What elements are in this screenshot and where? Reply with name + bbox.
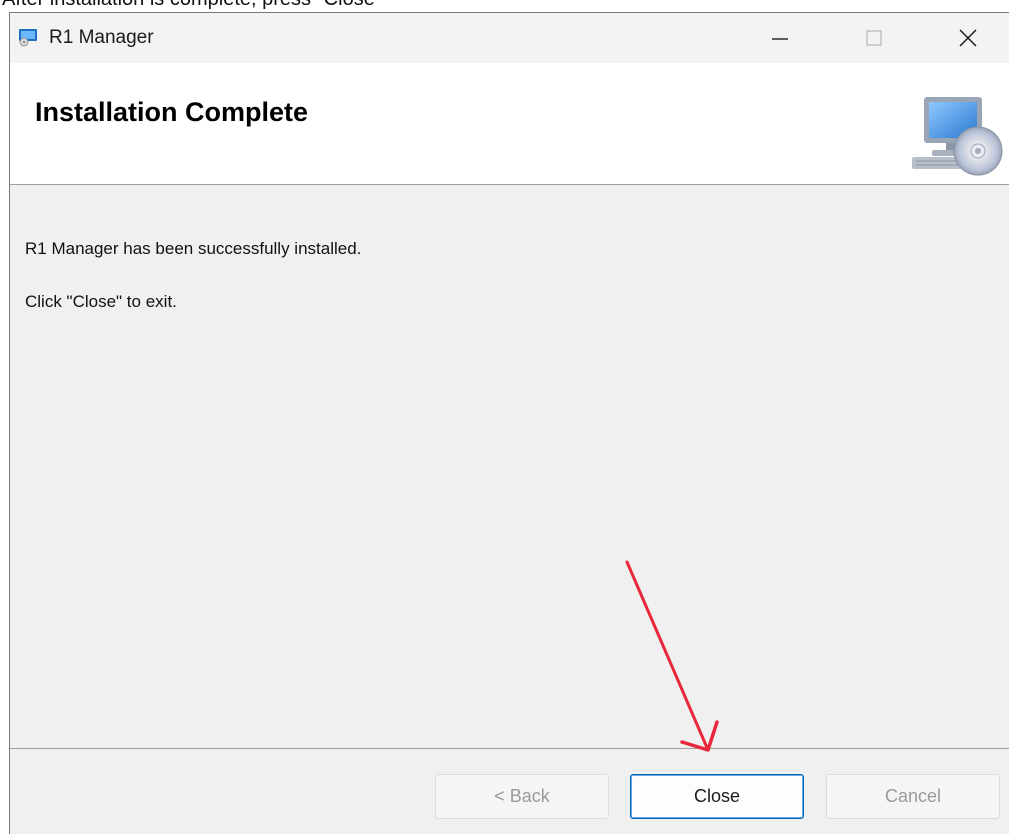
exit-instruction: Click "Close" to exit. (25, 292, 177, 311)
computer-disc-icon (912, 97, 1003, 176)
page-title: Installation Complete (35, 97, 309, 127)
close-button[interactable]: Close (630, 774, 804, 819)
installer-app-icon (19, 29, 37, 47)
success-message: R1 Manager has been successfully install… (25, 239, 362, 258)
maximize-icon (866, 30, 882, 46)
close-icon (959, 29, 977, 47)
red-arrow-icon (625, 560, 719, 752)
title-bar[interactable]: R1 Manager (10, 13, 1009, 63)
back-button[interactable]: < Back (435, 774, 609, 819)
window-close-button[interactable] (938, 13, 998, 63)
cancel-button[interactable]: Cancel (826, 774, 1000, 819)
window-title: R1 Manager (49, 27, 154, 48)
minimize-icon (772, 38, 788, 40)
wizard-header: Installation Complete (10, 63, 1009, 185)
maximize-button[interactable] (844, 13, 904, 63)
instruction-caption: After installation is complete, press "C… (2, 0, 382, 10)
installer-window: R1 Manager Installation Complete R1 Mana… (9, 12, 1009, 834)
minimize-button[interactable] (750, 13, 810, 63)
footer-divider (10, 748, 1009, 749)
